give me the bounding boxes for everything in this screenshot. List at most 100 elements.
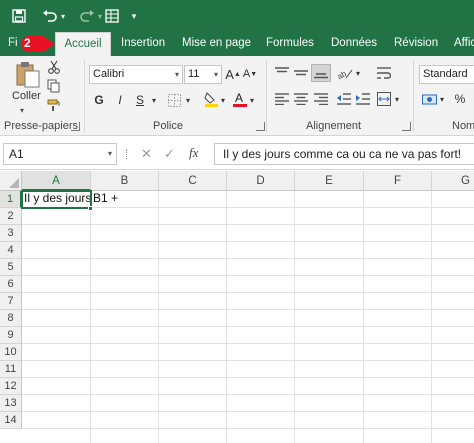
insert-function-button[interactable]: fx [189,145,198,161]
row-header-3[interactable]: 3 [0,225,22,242]
row-header-5[interactable]: 5 [0,259,22,276]
undo-dropdown-icon[interactable]: ▾ [58,5,68,27]
gridline [22,258,474,259]
tab-formules[interactable]: Formules [266,32,314,56]
align-right-icon[interactable] [313,92,329,106]
font-color-icon[interactable]: A [233,90,247,108]
decrease-indent-icon[interactable] [336,92,352,106]
fill-color-icon[interactable] [203,90,219,108]
row-header-6[interactable]: 6 [0,276,22,293]
row-header-14[interactable]: 14 [0,412,22,429]
cut-icon[interactable] [46,59,62,75]
form-icon[interactable] [103,5,121,27]
font-launcher-icon[interactable] [256,122,265,131]
row-header-11[interactable]: 11 [0,361,22,378]
active-cell-selection [21,190,92,209]
svg-text:A: A [235,91,243,105]
column-header-d[interactable]: D [227,171,295,191]
svg-text:ab: ab [337,69,348,80]
orientation-icon[interactable]: ab [336,65,354,81]
copy-icon[interactable] [46,78,62,94]
excel-window: ▾ ▾ ▾ Fi Accueil Insertion Mise en page … [0,0,474,443]
format-painter-icon[interactable] [46,97,62,113]
percent-icon[interactable]: % [452,91,468,107]
cancel-icon[interactable]: ✕ [141,146,152,162]
clipboard-launcher-icon[interactable] [71,122,80,131]
chevron-down-icon[interactable]: ▾ [438,92,446,106]
row-header-9[interactable]: 9 [0,327,22,344]
chevron-down-icon[interactable]: ▾ [184,92,192,108]
paste-icon[interactable] [12,60,44,90]
column-header-g[interactable]: G [432,171,474,191]
tab-revision[interactable]: Révision [394,32,438,56]
formula-input[interactable]: Il y des jours comme ca ou ca ne va pas … [214,143,474,165]
align-center-icon[interactable] [293,92,309,106]
borders-icon[interactable] [166,92,182,108]
chevron-down-icon[interactable]: ▾ [248,92,256,108]
tab-affichage[interactable]: Affic [454,32,474,56]
align-bottom-icon[interactable] [311,64,331,82]
chevron-down-icon: ▾ [174,70,179,79]
name-box[interactable]: A1 ▾ [3,143,117,165]
accounting-format-icon[interactable] [421,91,437,107]
quick-access-toolbar: ▾ ▾ ▾ [0,0,474,32]
row-header-10[interactable]: 10 [0,344,22,361]
italic-button[interactable]: I [113,92,127,108]
column-header-b[interactable]: B [91,171,159,191]
gridline [90,191,91,443]
row-header-4[interactable]: 4 [0,242,22,259]
worksheet-grid[interactable]: A B C D E F G 1 2 3 4 5 6 7 8 9 10 11 12… [0,171,474,443]
number-format-select[interactable]: Standard [419,65,474,84]
underline-button[interactable]: S [133,92,147,108]
cell-b1[interactable]: B1 + [93,190,118,207]
merge-center-icon[interactable] [376,91,392,107]
clipboard-group-label: Presse-papiers [4,120,78,132]
paste-dropdown-icon[interactable]: ▾ [20,106,24,115]
select-all-corner[interactable] [0,171,22,191]
row-header-13[interactable]: 13 [0,395,22,412]
tab-donnees[interactable]: Données [331,32,377,56]
wrap-text-icon[interactable] [376,65,392,81]
column-header-a[interactable]: A [22,171,91,191]
row-header-2[interactable]: 2 [0,208,22,225]
chevron-down-icon[interactable]: ▾ [150,92,158,108]
gridline [22,377,474,378]
row-header-8[interactable]: 8 [0,310,22,327]
align-left-icon[interactable] [274,92,290,106]
gridline [294,191,295,443]
paste-label[interactable]: Coller [12,90,41,102]
fill-handle[interactable] [88,206,93,211]
column-header-f[interactable]: F [364,171,432,191]
undo-icon[interactable] [40,5,58,27]
decrease-font-icon[interactable]: A ▼ [243,66,257,82]
tab-insertion[interactable]: Insertion [121,32,165,56]
font-size-select[interactable]: 11 ▾ [184,65,222,84]
increase-indent-icon[interactable] [355,92,371,106]
gridline [22,360,474,361]
tab-accueil[interactable]: Accueil [55,32,111,57]
gridline [226,191,227,443]
chevron-down-icon[interactable]: ▾ [354,66,362,80]
grip-icon[interactable] [126,149,128,159]
alignment-launcher-icon[interactable] [402,122,411,131]
chevron-down-icon[interactable]: ▾ [128,5,140,27]
chevron-down-icon[interactable]: ▾ [393,92,401,106]
redo-icon[interactable] [78,5,96,27]
row-header-12[interactable]: 12 [0,378,22,395]
tab-mise-en-page[interactable]: Mise en page [182,32,251,56]
row-header-7[interactable]: 7 [0,293,22,310]
column-header-e[interactable]: E [295,171,364,191]
tab-file[interactable]: Fi [8,32,18,56]
increase-font-icon[interactable]: A ▲ [225,66,241,82]
row-header-1[interactable]: 1 [0,191,22,208]
save-icon[interactable] [10,5,28,27]
enter-icon[interactable]: ✓ [164,146,175,162]
gridline [22,428,474,429]
align-middle-icon[interactable] [293,66,309,80]
align-top-icon[interactable] [274,66,290,80]
bold-button[interactable]: G [92,92,106,108]
callout-number: 2 [24,36,31,50]
chevron-down-icon[interactable]: ▾ [219,92,227,108]
font-name-select[interactable]: Calibri ▾ [89,65,183,84]
column-header-c[interactable]: C [159,171,227,191]
